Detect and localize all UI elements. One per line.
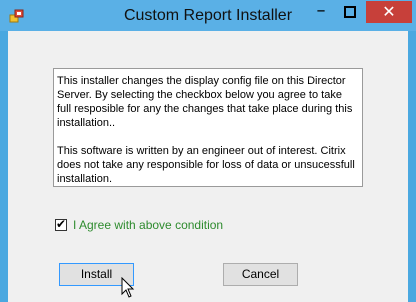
minimize-button[interactable]: –: [308, 1, 334, 23]
disclaimer-paragraph-1: This installer changes the display confi…: [57, 75, 353, 129]
agree-checkbox[interactable]: ✔: [55, 217, 67, 231]
client-area: This installer changes the display confi…: [8, 31, 408, 302]
maximize-button[interactable]: [337, 1, 363, 23]
title-bar[interactable]: Custom Report Installer – ✕: [0, 0, 416, 31]
installer-window: Custom Report Installer – ✕ This install…: [0, 0, 416, 302]
checkmark-icon: ✔: [56, 217, 67, 231]
maximize-icon: [344, 6, 356, 18]
disclaimer-paragraph-2: This software is written by an engineer …: [57, 145, 355, 185]
mouse-pointer-icon: [121, 277, 135, 298]
agree-label[interactable]: I Agree with above condition: [73, 218, 223, 232]
disclaimer-textbox[interactable]: This installer changes the display confi…: [53, 68, 363, 187]
close-button[interactable]: ✕: [366, 1, 412, 23]
cancel-button[interactable]: Cancel: [223, 263, 298, 286]
